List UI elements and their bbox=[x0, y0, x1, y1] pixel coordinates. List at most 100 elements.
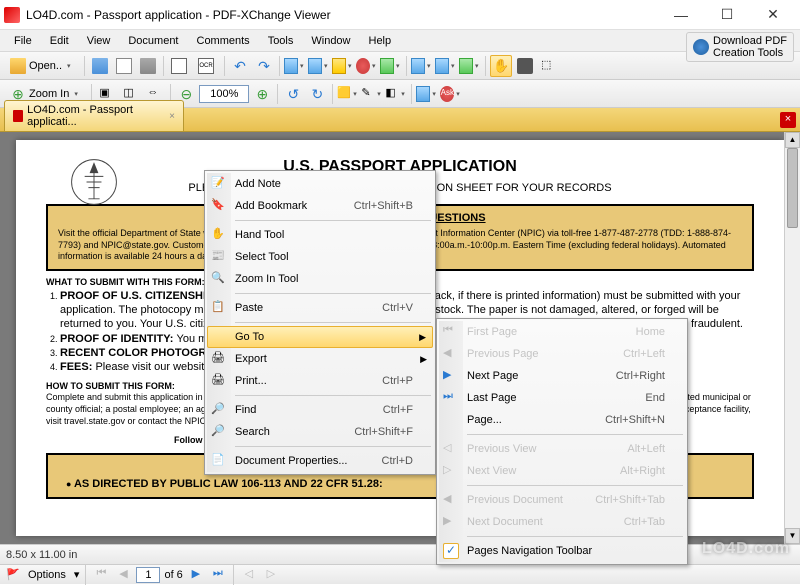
next-page-icon: ▶ bbox=[443, 368, 459, 384]
tab-close-icon[interactable]: × bbox=[169, 111, 175, 122]
sub-last-page[interactable]: ⏭Last PageEnd bbox=[439, 387, 685, 409]
scroll-up-icon[interactable]: ▲ bbox=[785, 132, 800, 148]
select-tool-button[interactable]: ⬚ bbox=[538, 55, 560, 77]
ctx-hand-tool[interactable]: ✋Hand Tool bbox=[207, 224, 433, 246]
menu-comments[interactable]: Comments bbox=[189, 33, 258, 49]
snapshot-button[interactable] bbox=[514, 55, 536, 77]
sub-prev-doc[interactable]: ◀Previous DocumentCtrl+Shift+Tab bbox=[439, 489, 685, 511]
close-all-tabs-button[interactable]: × bbox=[780, 112, 796, 128]
last-page-button[interactable]: ⏭ bbox=[209, 567, 227, 583]
options-button[interactable]: Options bbox=[24, 569, 70, 581]
chevron-down-icon: ▾ bbox=[67, 62, 74, 70]
page-number-field[interactable] bbox=[136, 567, 160, 583]
chevron-down-icon[interactable]: ▾ bbox=[74, 568, 80, 581]
menu-help[interactable]: Help bbox=[361, 33, 400, 49]
eraser-btn[interactable]: ◧▾ bbox=[385, 83, 407, 105]
ctx-print[interactable]: 🖨Print...Ctrl+P bbox=[207, 370, 433, 392]
menu-view[interactable]: View bbox=[79, 33, 119, 49]
paste-icon: 📋 bbox=[211, 300, 227, 316]
download-pdf-tools-button[interactable]: Download PDFCreation Tools bbox=[686, 32, 794, 62]
highlight-icon bbox=[332, 58, 346, 74]
ctx-add-note[interactable]: 📝Add Note bbox=[207, 173, 433, 195]
ctx-doc-properties[interactable]: 📄Document Properties...Ctrl+D bbox=[207, 450, 433, 472]
tab-label: LO4D.com - Passport applicati... bbox=[27, 104, 161, 128]
undo-icon: ↶ bbox=[232, 58, 248, 74]
textbox-btn[interactable]: ▾ bbox=[308, 55, 330, 77]
sub-next-page[interactable]: ▶Next PageCtrl+Right bbox=[439, 365, 685, 387]
select-icon: ⬚ bbox=[541, 58, 557, 74]
save-button[interactable] bbox=[89, 55, 111, 77]
ctx-paste[interactable]: 📋PasteCtrl+V bbox=[207, 297, 433, 319]
select-icon: 📰 bbox=[211, 249, 227, 265]
undo-button[interactable]: ↶ bbox=[229, 55, 251, 77]
menu-window[interactable]: Window bbox=[303, 33, 358, 49]
next-view-button[interactable]: ▷ bbox=[262, 567, 280, 583]
rect-icon bbox=[459, 58, 473, 74]
rotate-ccw-btn[interactable]: ↺ bbox=[282, 83, 304, 105]
scan-button[interactable] bbox=[168, 55, 190, 77]
dl-line1: Download PDF bbox=[713, 35, 787, 47]
menu-file[interactable]: File bbox=[6, 33, 40, 49]
page-icon bbox=[443, 412, 459, 428]
vertical-scrollbar[interactable]: ▲ ▼ bbox=[784, 132, 800, 544]
ctx-zoom-in-tool[interactable]: 🔍Zoom In Tool bbox=[207, 268, 433, 290]
bookmark-icon: 🔖 bbox=[211, 198, 227, 214]
scroll-thumb[interactable] bbox=[787, 148, 798, 228]
window-title: LO4D.com - Passport application - PDF-XC… bbox=[26, 8, 658, 22]
sub-next-doc[interactable]: ▶Next DocumentCtrl+Tab bbox=[439, 511, 685, 533]
menu-tools[interactable]: Tools bbox=[260, 33, 302, 49]
underline-btn[interactable]: ▾ bbox=[380, 55, 402, 77]
chevron-right-icon: ▶ bbox=[420, 354, 427, 365]
close-button[interactable]: ✕ bbox=[750, 0, 796, 30]
prev-page-button[interactable]: ◀ bbox=[114, 567, 132, 583]
zoom-in-label: Zoom In bbox=[29, 88, 69, 100]
search-icon: 🔎 bbox=[211, 424, 227, 440]
sub-pages-nav-toolbar[interactable]: Pages Navigation Toolbar bbox=[439, 540, 685, 562]
line-btn[interactable]: ▾ bbox=[435, 55, 457, 77]
sub-next-view[interactable]: ▷Next ViewAlt+Right bbox=[439, 460, 685, 482]
menu-edit[interactable]: Edit bbox=[42, 33, 77, 49]
open-button[interactable]: Open..▾ bbox=[4, 55, 80, 77]
note-icon: 📝 bbox=[211, 176, 227, 192]
hand-tool-button[interactable]: ✋ bbox=[490, 55, 512, 77]
titlebar: LO4D.com - Passport application - PDF-XC… bbox=[0, 0, 800, 30]
rect-btn[interactable]: ▾ bbox=[459, 55, 481, 77]
attach-btn[interactable]: ▾ bbox=[416, 83, 438, 105]
callout-btn[interactable]: ▾ bbox=[284, 55, 306, 77]
sub-prev-page[interactable]: ◀Previous PageCtrl+Left bbox=[439, 343, 685, 365]
minimize-button[interactable]: — bbox=[658, 0, 704, 30]
redo-button[interactable]: ↷ bbox=[253, 55, 275, 77]
zoom-in-btn2[interactable]: ⊕ bbox=[251, 83, 273, 105]
maximize-button[interactable]: ☐ bbox=[704, 0, 750, 30]
menu-document[interactable]: Document bbox=[120, 33, 186, 49]
stamp-btn[interactable]: 🟨▾ bbox=[337, 83, 359, 105]
ctx-go-to[interactable]: Go To▶ bbox=[207, 326, 433, 348]
next-view-icon: ▷ bbox=[443, 463, 459, 479]
hand-icon: ✋ bbox=[211, 227, 227, 243]
print-button[interactable] bbox=[137, 55, 159, 77]
ocr-button[interactable]: OCR bbox=[192, 55, 220, 77]
ctx-export[interactable]: 🖨Export▶ bbox=[207, 348, 433, 370]
ctx-find[interactable]: 🔎FindCtrl+F bbox=[207, 399, 433, 421]
ask-btn[interactable]: Ask▾ bbox=[440, 83, 462, 105]
strike-btn[interactable]: ▾ bbox=[356, 55, 378, 77]
document-tab[interactable]: LO4D.com - Passport applicati... × bbox=[4, 100, 184, 131]
goto-icon bbox=[212, 329, 228, 345]
pencil-btn[interactable]: ✎▾ bbox=[361, 83, 383, 105]
ctx-search[interactable]: 🔎SearchCtrl+Shift+F bbox=[207, 421, 433, 443]
highlight-btn[interactable]: ▾ bbox=[332, 55, 354, 77]
sub-page[interactable]: Page...Ctrl+Shift+N bbox=[439, 409, 685, 431]
sub-prev-view[interactable]: ◁Previous ViewAlt+Left bbox=[439, 438, 685, 460]
next-page-button[interactable]: ▶ bbox=[187, 567, 205, 583]
rotate-cw-btn[interactable]: ↻ bbox=[306, 83, 328, 105]
email-button[interactable] bbox=[113, 55, 135, 77]
zoom-field[interactable] bbox=[199, 85, 249, 103]
arrow-btn[interactable]: ▾ bbox=[411, 55, 433, 77]
prev-view-button[interactable]: ◁ bbox=[240, 567, 258, 583]
ctx-select-tool[interactable]: 📰Select Tool bbox=[207, 246, 433, 268]
flag-icon: 🚩 bbox=[6, 568, 20, 582]
rotate-ccw-icon: ↺ bbox=[285, 86, 301, 102]
sub-first-page[interactable]: ⏮First PageHome bbox=[439, 321, 685, 343]
ctx-add-bookmark[interactable]: 🔖Add BookmarkCtrl+Shift+B bbox=[207, 195, 433, 217]
first-page-button[interactable]: ⏮ bbox=[92, 567, 110, 583]
